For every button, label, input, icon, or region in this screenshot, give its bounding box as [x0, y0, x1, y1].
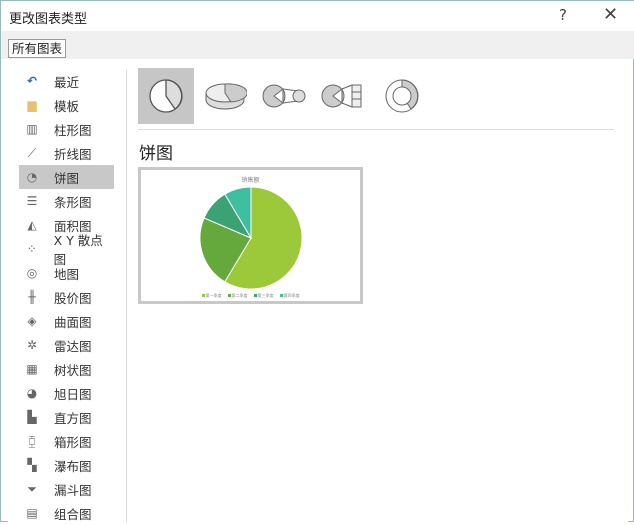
- map-icon: ◎: [26, 266, 38, 280]
- sidebar-item-label: 箱形图: [54, 434, 92, 450]
- sidebar-item-label: 饼图: [54, 170, 80, 186]
- surface-chart-icon: ◈: [27, 314, 37, 328]
- sidebar-item-label: 模板: [54, 98, 80, 114]
- tab-all-charts[interactable]: 所有图表: [8, 39, 67, 58]
- sidebar-item[interactable]: ▆ 模板: [19, 93, 114, 117]
- sidebar-item-label: 直方图: [54, 410, 92, 426]
- sidebar-item[interactable]: ▙ 直方图: [19, 405, 114, 429]
- close-button[interactable]: ✕: [603, 4, 618, 25]
- sidebar-item[interactable]: ✲ 雷达图: [19, 333, 114, 357]
- subtype-bar-of-pie[interactable]: [315, 68, 371, 124]
- waterfall-icon: ▚: [27, 458, 37, 472]
- pie-chart-icon: ◔: [26, 170, 38, 184]
- pie-subtypes: [138, 68, 433, 124]
- sidebar-item-label: 柱形图: [54, 122, 92, 138]
- subtype-pie[interactable]: [138, 68, 194, 124]
- sidebar-item[interactable]: ▚ 瀑布图: [19, 453, 114, 477]
- chart-type-panel: ↶ 最近 ▆ 模板 ▥ 柱形图 ⟋ 折线图 ◔ 饼图 ☰ 条形图 ◭ 面积图 ⁘ X Y 散点图 ◎ 地图 ╫ 股价图…: [8, 59, 628, 523]
- sidebar-item[interactable]: ⟋ 折线图: [19, 141, 114, 165]
- sidebar-item[interactable]: ▤ 组合图: [19, 501, 114, 525]
- histogram-icon: ▙: [27, 410, 37, 424]
- bar-of-pie-icon: [321, 84, 362, 108]
- scatter-chart-icon: ⁘: [26, 242, 37, 256]
- line-chart-icon: ⟋: [27, 145, 37, 160]
- sidebar-item-label: 折线图: [54, 146, 92, 162]
- sidebar-item[interactable]: ⁘ X Y 散点图: [19, 233, 114, 267]
- recent-icon: ↶: [26, 74, 38, 88]
- sidebar-item[interactable]: ☰ 条形图: [19, 189, 114, 213]
- sidebar-item-label: X Y 散点图: [53, 233, 103, 267]
- area-chart-icon: ◭: [27, 218, 37, 232]
- sidebar-item-label: 雷达图: [54, 338, 92, 354]
- sidebar-item[interactable]: ◔ 饼图: [19, 165, 114, 189]
- sidebar-item-label: 地图: [54, 266, 80, 282]
- chart-preview[interactable]: 销售额 第一季度 第二季度 第三季度 第四季度: [138, 167, 363, 304]
- column-chart-icon: ▥: [26, 122, 38, 136]
- subtype-doughnut[interactable]: [374, 68, 430, 124]
- sidebar-item[interactable]: ◈ 曲面图: [19, 309, 114, 333]
- sidebar-item[interactable]: ⏷ 漏斗图: [19, 477, 114, 501]
- radar-chart-icon: ✲: [26, 338, 38, 352]
- 3d-pie-icon: [205, 83, 247, 110]
- stock-chart-icon: ╫: [28, 290, 36, 304]
- sidebar-item-label: 组合图: [54, 506, 92, 522]
- funnel-icon: ⏷: [27, 481, 37, 496]
- treemap-icon: ▦: [26, 362, 38, 376]
- pie-icon: [149, 79, 183, 113]
- sidebar-item-label: 旭日图: [54, 386, 92, 402]
- subtype-pie-of-pie[interactable]: [256, 68, 312, 124]
- divider: [126, 69, 127, 523]
- subtype-3d-pie[interactable]: [197, 68, 253, 124]
- chart-type-list: ↶ 最近 ▆ 模板 ▥ 柱形图 ⟋ 折线图 ◔ 饼图 ☰ 条形图 ◭ 面积图 ⁘ X Y 散点图 ◎ 地图 ╫ 股价图…: [19, 69, 114, 525]
- legend-item: 第三季度: [253, 293, 274, 299]
- combo-chart-icon: ▤: [26, 506, 38, 520]
- sidebar-item-label: 树状图: [54, 362, 92, 378]
- tab-bar: 所有图表: [1, 31, 634, 59]
- sidebar-item[interactable]: ◕ 旭日图: [19, 381, 114, 405]
- title-bar: 更改图表类型 ? ✕: [1, 1, 634, 31]
- legend-item: 第四季度: [279, 293, 300, 299]
- help-button[interactable]: ?: [559, 6, 567, 24]
- sunburst-icon: ◕: [26, 386, 38, 400]
- legend-item: 第一季度: [201, 293, 222, 299]
- section-title: 饼图: [139, 144, 173, 164]
- doughnut-icon: [385, 79, 419, 113]
- sidebar-item[interactable]: ↶ 最近: [19, 69, 114, 93]
- sidebar-item-label: 曲面图: [54, 314, 92, 330]
- sidebar-item-label: 条形图: [54, 194, 92, 210]
- sidebar-item-label: 最近: [54, 74, 80, 90]
- chart-legend: 第一季度 第二季度 第三季度 第四季度: [141, 293, 360, 299]
- bar-chart-icon: ☰: [26, 194, 38, 208]
- folder-icon: ▆: [27, 98, 37, 112]
- sidebar-item-label: 股价图: [54, 290, 92, 306]
- pie-chart: [199, 186, 303, 290]
- sidebar-item-label: 瀑布图: [54, 458, 92, 474]
- divider: [138, 129, 614, 130]
- sidebar-item-label: 漏斗图: [54, 482, 92, 498]
- sidebar-item[interactable]: ⧮ 箱形图: [19, 429, 114, 453]
- pie-of-pie-icon: [262, 84, 306, 108]
- dialog-title: 更改图表类型: [9, 12, 88, 27]
- sidebar-item[interactable]: ▥ 柱形图: [19, 117, 114, 141]
- sidebar-item[interactable]: ╫ 股价图: [19, 285, 114, 309]
- legend-item: 第二季度: [227, 293, 248, 299]
- box-whisker-icon: ⧮: [28, 433, 36, 448]
- sidebar-item[interactable]: ▦ 树状图: [19, 357, 114, 381]
